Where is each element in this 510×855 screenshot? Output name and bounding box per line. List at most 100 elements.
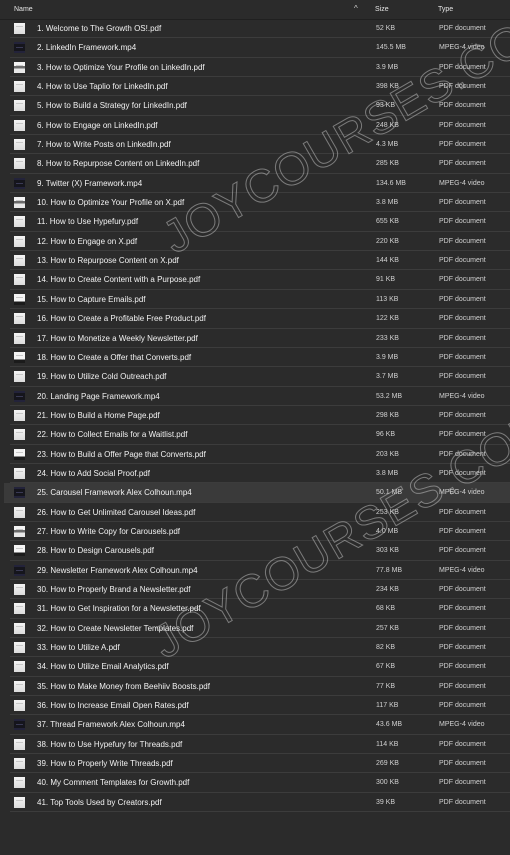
- file-size: 3.9 MB: [376, 353, 399, 361]
- pdf-file-icon: [14, 235, 25, 247]
- pdf-file-icon: [14, 680, 25, 692]
- file-row[interactable]: 26. How to Get Unlimited Carousel Ideas.…: [10, 503, 510, 522]
- file-row[interactable]: 20. Landing Page Framework.mp4 53.2 MB MPE…: [10, 387, 510, 406]
- file-row[interactable]: 7. How to Write Posts on LinkedIn.pdf 4.3…: [10, 135, 510, 155]
- pdf-file-icon: [14, 777, 25, 789]
- file-row[interactable]: 8. How to Repurpose Content on LinkedIn.…: [10, 154, 510, 174]
- file-name: 33. How to Utilize A.pdf: [37, 643, 120, 652]
- file-row[interactable]: 1. Welcome to The Growth OS!.pdf 52 KB PDF…: [10, 19, 510, 39]
- file-row[interactable]: 9. Twitter (X) Framework.mp4 134.6 MB MPEG…: [10, 174, 510, 194]
- file-name: 18. How to Create a Offer that Converts.…: [37, 352, 192, 362]
- file-row[interactable]: 17. How to Monetize a Weekly Newsletter.…: [10, 329, 510, 348]
- pdf-file-icon: [14, 197, 25, 209]
- file-name: 23. How to Build a Offer Page that Conve…: [37, 449, 206, 459]
- file-row[interactable]: 16. How to Create a Profitable Free Prod…: [10, 309, 510, 329]
- file-name: 29. Newsletter Framework Alex Colhoun.mp…: [37, 565, 198, 575]
- file-row[interactable]: 35. How to Make Money from Beehiiv Boost…: [10, 677, 510, 697]
- file-row[interactable]: 28. How to Design Carousels.pdf 303 KB PDF…: [10, 541, 510, 561]
- file-name: 1. Welcome to The Growth OS!.pdf: [37, 24, 162, 33]
- file-row[interactable]: 5. How to Build a Strategy for LinkedIn.…: [10, 96, 510, 116]
- file-row[interactable]: 19. How to Utilize Cold Outreach.pdf 3.7 …: [10, 367, 510, 387]
- file-size: 113 KB: [376, 295, 399, 303]
- pdf-file-icon: [14, 158, 25, 170]
- file-name: 19. How to Utilize Cold Outreach.pdf: [37, 372, 167, 382]
- file-row[interactable]: 41. Top Tools Used by Creators.pdf 39 KB P…: [10, 793, 510, 813]
- video-file-icon: [14, 42, 25, 54]
- file-row[interactable]: 2. LinkedIn Framework.mp4 145.5 MB MPEG-4 …: [10, 38, 510, 58]
- file-row[interactable]: 15. How to Capture Emails.pdf 113 KB PDF d…: [10, 290, 510, 310]
- column-header-size[interactable]: Size: [375, 6, 389, 13]
- file-row[interactable]: 24. How to Add Social Proof.pdf 3.8 MB PDF…: [10, 464, 510, 484]
- file-name: 12. How to Engage on X.pdf: [37, 236, 138, 246]
- pdf-file-icon: [14, 525, 25, 537]
- file-type: PDF document: [439, 547, 486, 555]
- pdf-file-icon: [14, 255, 25, 267]
- file-type: MPEG-4 video: [439, 44, 485, 52]
- file-size: 91 KB: [376, 276, 396, 284]
- file-row[interactable]: 37. Thread Framework Alex Colhoun.mp4 43.…: [10, 715, 510, 735]
- file-size: 122 KB: [376, 315, 399, 323]
- column-header-type[interactable]: Type: [438, 6, 453, 13]
- file-row[interactable]: 33. How to Utilize A.pdf 82 KB PDF documen…: [10, 638, 510, 658]
- file-type: PDF document: [439, 315, 486, 323]
- file-row[interactable]: 13. How to Repurpose Content on X.pdf 144…: [10, 251, 510, 271]
- file-row[interactable]: 27. How to Write Copy for Carousels.pdf 4…: [10, 522, 510, 542]
- file-type: PDF document: [439, 334, 486, 342]
- file-size: 82 KB: [376, 644, 396, 651]
- file-row[interactable]: 10. How to Optimize Your Profile on X.pd…: [10, 193, 510, 213]
- file-row[interactable]: 11. How to Use Hypefury.pdf 655 KB PDF doc…: [10, 212, 510, 232]
- file-type: PDF document: [439, 798, 486, 806]
- file-row[interactable]: 22. How to Collect Emails for a Waitlist…: [10, 425, 510, 445]
- pdf-file-icon: [14, 758, 25, 770]
- file-size: 220 KB: [376, 237, 399, 245]
- file-row[interactable]: 25. Carousel Framework Alex Colhoun.mp4 5…: [4, 483, 510, 503]
- pdf-file-icon: [14, 506, 25, 518]
- file-size: 67 KB: [376, 663, 396, 671]
- file-row[interactable]: 39. How to Properly Write Threads.pdf 269…: [10, 754, 510, 774]
- file-name: 31. How to Get Inspiration for a Newslet…: [37, 604, 201, 614]
- file-row[interactable]: 30. How to Properly Brand a Newsletter.p…: [10, 580, 510, 600]
- file-row[interactable]: 6. How to Engage on LinkedIn.pdf 248 KB PD…: [10, 116, 510, 136]
- sort-ascending-icon[interactable]: ^: [354, 4, 358, 13]
- file-list: 1. Welcome to The Growth OS!.pdf 52 KB PDF…: [0, 19, 510, 813]
- video-file-icon: [14, 719, 25, 731]
- pdf-file-icon: [14, 332, 25, 344]
- file-row[interactable]: 21. How to Build a Home Page.pdf 298 KB PD…: [10, 406, 510, 426]
- file-type: PDF document: [439, 25, 486, 32]
- file-type: PDF document: [439, 682, 486, 690]
- file-size: 4.3 MB: [376, 141, 399, 149]
- file-type: PDF document: [439, 760, 486, 768]
- pdf-file-icon: [14, 700, 25, 712]
- file-size: 3.8 MB: [376, 199, 399, 207]
- column-header-name[interactable]: Name: [14, 6, 33, 13]
- file-row[interactable]: 14. How to Create Content with a Purpose…: [10, 270, 510, 290]
- file-name: 39. How to Properly Write Threads.pdf: [37, 759, 173, 769]
- pdf-file-icon: [14, 61, 25, 73]
- file-size: 114 KB: [376, 740, 399, 748]
- file-row[interactable]: 12. How to Engage on X.pdf 220 KB PDF docu…: [10, 232, 510, 252]
- file-row[interactable]: 29. Newsletter Framework Alex Colhoun.mp…: [10, 561, 510, 580]
- file-row[interactable]: 4. How to Use Taplio for LinkedIn.pdf 398…: [10, 77, 510, 97]
- file-row[interactable]: 3. How to Optimize Your Profile on Linke…: [10, 58, 510, 78]
- video-file-icon: [14, 177, 25, 189]
- file-type: MPEG-4 video: [439, 392, 485, 400]
- file-row[interactable]: 34. How to Utilize Email Analytics.pdf 67…: [10, 657, 510, 677]
- file-row[interactable]: 38. How to Use Hypefury for Threads.pdf 1…: [10, 735, 510, 755]
- file-row[interactable]: 36. How to Increase Email Open Rates.pdf…: [10, 696, 510, 716]
- file-row[interactable]: 18. How to Create a Offer that Converts.…: [10, 348, 510, 368]
- video-file-icon: [14, 487, 25, 499]
- file-size: 117 KB: [376, 702, 399, 710]
- file-row[interactable]: 32. How to Create Newsletter Templates.p…: [10, 619, 510, 638]
- file-size: 269 KB: [376, 760, 399, 768]
- file-row[interactable]: 40. My Comment Templates for Growth.pdf 3…: [10, 773, 510, 793]
- pdf-file-icon: [14, 23, 25, 34]
- file-size: 300 KB: [376, 779, 399, 787]
- file-type: MPEG-4 video: [439, 179, 485, 187]
- file-row[interactable]: 31. How to Get Inspiration for a Newslet…: [10, 599, 510, 619]
- file-row[interactable]: 23. How to Build a Offer Page that Conve…: [10, 445, 510, 464]
- file-type: PDF document: [439, 663, 486, 671]
- file-size: 398 KB: [376, 83, 399, 91]
- file-name: 21. How to Build a Home Page.pdf: [37, 410, 160, 420]
- file-size: 77.8 MB: [376, 566, 403, 574]
- file-name: 3. How to Optimize Your Profile on Linke…: [37, 62, 205, 72]
